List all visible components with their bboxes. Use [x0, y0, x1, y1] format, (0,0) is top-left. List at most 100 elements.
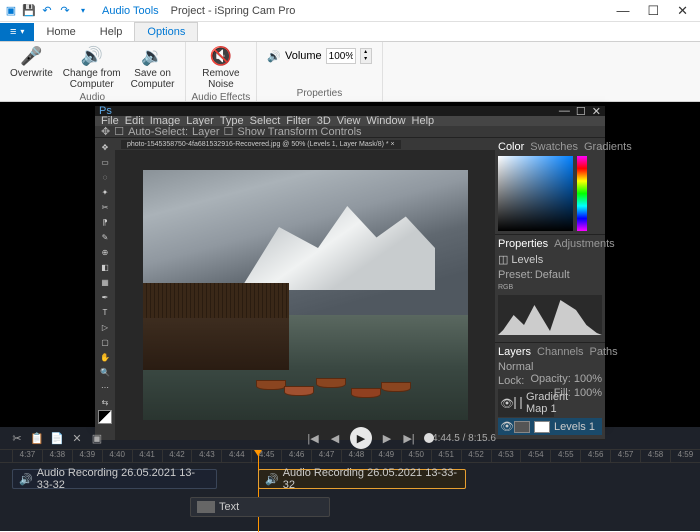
remove-noise-icon: 🔇	[210, 46, 232, 66]
text-clip[interactable]: Text	[190, 497, 330, 517]
remove-noise-button[interactable]: 🔇 Remove Noise	[198, 44, 243, 92]
hand-tool[interactable]: ✋	[98, 350, 112, 364]
delete-icon[interactable]: ✕	[70, 431, 84, 445]
ruler-tick: 4:41	[132, 450, 162, 462]
volume-spinner[interactable]: ▴▾	[360, 48, 372, 64]
ribbon-tabs: ≡ ▾ Home Help Options	[0, 22, 700, 42]
volume-input[interactable]	[326, 48, 356, 64]
crop-icon[interactable]: ▣	[90, 431, 104, 445]
ps-document-tab-label: photo-1545358750-4fa681532916-Recovered.…	[121, 140, 401, 149]
layer-row[interactable]: 👁 Gradient Map 1	[498, 389, 554, 417]
tab-options[interactable]: Options	[134, 22, 198, 41]
gradient-tool[interactable]: ▦	[98, 275, 112, 289]
swatches-tab[interactable]: Swatches	[530, 141, 578, 153]
volume-icon: 🔊	[267, 50, 281, 63]
clip-label: Audio Recording 26.05.2021 13-33-32	[283, 467, 459, 491]
layer-name: Gradient Map 1	[526, 391, 568, 415]
tab-help[interactable]: Help	[88, 23, 135, 41]
paste-icon[interactable]: 📄	[50, 431, 64, 445]
time-display: 4:44.5 / 8:15.6	[432, 433, 496, 444]
time-ruler[interactable]: 4:374:384:394:404:414:424:434:444:454:46…	[0, 449, 700, 463]
opacity-label: Opacity:	[530, 373, 570, 385]
ps-panels: Color Swatches Gradients Properties Adju…	[495, 138, 605, 440]
ps-document-tab[interactable]: photo-1545358750-4fa681532916-Recovered.…	[115, 138, 495, 150]
ps-menubar: File Edit Image Layer Type Select Filter…	[95, 116, 605, 126]
minimize-button[interactable]: ―	[616, 3, 629, 19]
skip-start-icon[interactable]: |◀	[306, 431, 320, 445]
lasso-tool[interactable]: ◌	[98, 170, 112, 184]
close-button[interactable]: ✕	[677, 3, 688, 19]
zoom-tool[interactable]: 🔍	[98, 365, 112, 379]
audio-group-label: Audio	[79, 92, 105, 103]
volume-label: Volume	[285, 50, 322, 62]
ruler-tick: 4:40	[102, 450, 132, 462]
ruler-tick: 4:55	[550, 450, 580, 462]
undo-icon[interactable]: ↶	[40, 4, 54, 18]
color-picker[interactable]	[498, 156, 602, 231]
pen-tool[interactable]: ✒	[98, 290, 112, 304]
gradients-tab[interactable]: Gradients	[584, 141, 632, 153]
move-tool[interactable]: ✥	[98, 140, 112, 154]
color-tab[interactable]: Color	[498, 141, 524, 153]
auto-select-label: Auto-Select:	[128, 126, 188, 138]
audio-icon: 🔊	[265, 473, 279, 486]
audio-clip-selected[interactable]: 🔊 Audio Recording 26.05.2021 13-33-32	[258, 469, 466, 489]
prev-icon[interactable]: ◀	[328, 431, 342, 445]
save-label: Save on Computer	[131, 68, 175, 90]
wand-tool[interactable]: ✦	[98, 185, 112, 199]
adjustments-tab[interactable]: Adjustments	[554, 238, 615, 250]
histogram[interactable]	[498, 295, 602, 335]
brush-tool[interactable]: ✎	[98, 230, 112, 244]
clone-tool[interactable]: ⊕	[98, 245, 112, 259]
play-button[interactable]: ▶	[350, 427, 372, 449]
skip-end-icon[interactable]: ▶|	[402, 431, 416, 445]
marquee-tool[interactable]: ▭	[98, 155, 112, 169]
eyedropper-tool[interactable]: ⁋	[98, 215, 112, 229]
type-tool[interactable]: T	[98, 305, 112, 319]
next-icon[interactable]: ▶	[380, 431, 394, 445]
auto-select-value[interactable]: Layer	[192, 126, 220, 138]
copy-icon[interactable]: 📋	[30, 431, 44, 445]
tracks-area[interactable]: 🔊 Audio Recording 26.05.2021 13-33-32 🔊 …	[0, 463, 700, 531]
properties-tab[interactable]: Properties	[498, 238, 548, 250]
tab-home[interactable]: Home	[34, 23, 87, 41]
app-menu[interactable]: ≡ ▾	[0, 23, 34, 41]
ps-canvas[interactable]	[115, 150, 495, 440]
preset-label: Preset:	[498, 269, 533, 281]
fill-value[interactable]: 100%	[574, 387, 602, 399]
eraser-tool[interactable]: ◧	[98, 260, 112, 274]
crop-tool[interactable]: ✂	[98, 200, 112, 214]
channel-select[interactable]: RGB	[498, 284, 602, 291]
ruler-tick: 4:49	[371, 450, 401, 462]
preview-area: Ps ―☐✕ File Edit Image Layer Type Select…	[0, 102, 700, 427]
layers-tab[interactable]: Layers	[498, 346, 531, 358]
channels-tab[interactable]: Channels	[537, 346, 583, 358]
quick-access-toolbar: ▣ 💾 ↶ ↷ ▾	[0, 4, 94, 18]
audio-clip[interactable]: 🔊 Audio Recording 26.05.2021 13-33-32	[12, 469, 217, 489]
more-tool[interactable]: ⋯	[98, 380, 112, 394]
save-on-computer-button[interactable]: 🔉 Save on Computer	[127, 44, 179, 92]
paths-tab[interactable]: Paths	[590, 346, 618, 358]
ruler-tick: 4:54	[520, 450, 550, 462]
save-icon[interactable]: 💾	[22, 4, 36, 18]
opacity-value[interactable]: 100%	[574, 373, 602, 385]
qat-dropdown-icon[interactable]: ▾	[76, 4, 90, 18]
change-from-computer-button[interactable]: 🔊 Change from Computer	[59, 44, 125, 92]
cut-icon[interactable]: ✂	[10, 431, 24, 445]
transform-controls-label: Show Transform Controls	[237, 126, 361, 138]
levels-icon: ◫	[498, 253, 508, 266]
clip-label: Text	[219, 501, 239, 513]
ruler-tick: 4:43	[191, 450, 221, 462]
blend-mode[interactable]: Normal	[498, 361, 533, 373]
shape-tool[interactable]: ▢	[98, 335, 112, 349]
preset-value[interactable]: Default	[535, 269, 570, 281]
swap-colors-icon[interactable]: ⇆	[98, 395, 112, 409]
ruler-tick: 4:39	[72, 450, 102, 462]
hue-slider[interactable]	[577, 156, 587, 231]
visibility-icon[interactable]: 👁	[500, 397, 510, 410]
maximize-button[interactable]: ☐	[647, 3, 659, 19]
fg-bg-swatch[interactable]	[98, 410, 112, 424]
path-tool[interactable]: ▷	[98, 320, 112, 334]
overwrite-button[interactable]: 🎤 Overwrite	[6, 44, 57, 92]
redo-icon[interactable]: ↷	[58, 4, 72, 18]
